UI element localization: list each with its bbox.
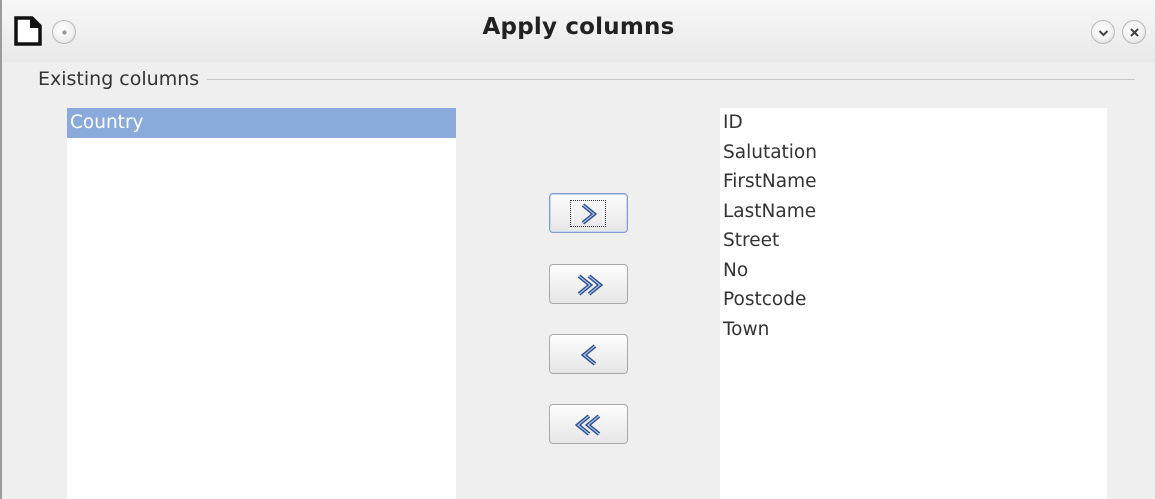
apply-columns-dialog: Apply columns Existing columns Country I… <box>0 0 1155 499</box>
list-item[interactable]: No <box>720 256 1107 286</box>
list-item[interactable]: LastName <box>720 197 1107 227</box>
remove-column-button[interactable] <box>549 334 628 374</box>
list-item[interactable]: Town <box>720 315 1107 345</box>
list-item[interactable]: Postcode <box>720 285 1107 315</box>
group-label: Existing columns <box>38 68 208 90</box>
minimize-button[interactable] <box>1091 20 1115 44</box>
add-all-icon <box>577 274 604 296</box>
list-item[interactable]: Salutation <box>720 138 1107 168</box>
available-columns-list[interactable]: Country <box>67 108 456 499</box>
remove-all-icon <box>574 414 601 436</box>
remove-all-columns-button[interactable] <box>549 404 628 444</box>
window-title: Apply columns <box>482 14 675 40</box>
list-item[interactable]: Street <box>720 226 1107 256</box>
add-all-columns-button[interactable] <box>549 264 628 304</box>
chevron-down-icon <box>1098 30 1109 37</box>
list-item[interactable]: FirstName <box>720 167 1107 197</box>
list-item[interactable]: Country <box>67 108 456 138</box>
close-button[interactable] <box>1122 20 1146 44</box>
applied-columns-list[interactable]: ID Salutation FirstName LastName Street … <box>720 108 1107 499</box>
add-column-button[interactable] <box>549 193 628 233</box>
focus-indicator <box>570 200 606 227</box>
list-item[interactable]: ID <box>720 108 1107 138</box>
title-bar[interactable]: Apply columns <box>2 0 1155 62</box>
close-icon <box>1130 28 1139 37</box>
remove-one-icon <box>580 344 597 366</box>
